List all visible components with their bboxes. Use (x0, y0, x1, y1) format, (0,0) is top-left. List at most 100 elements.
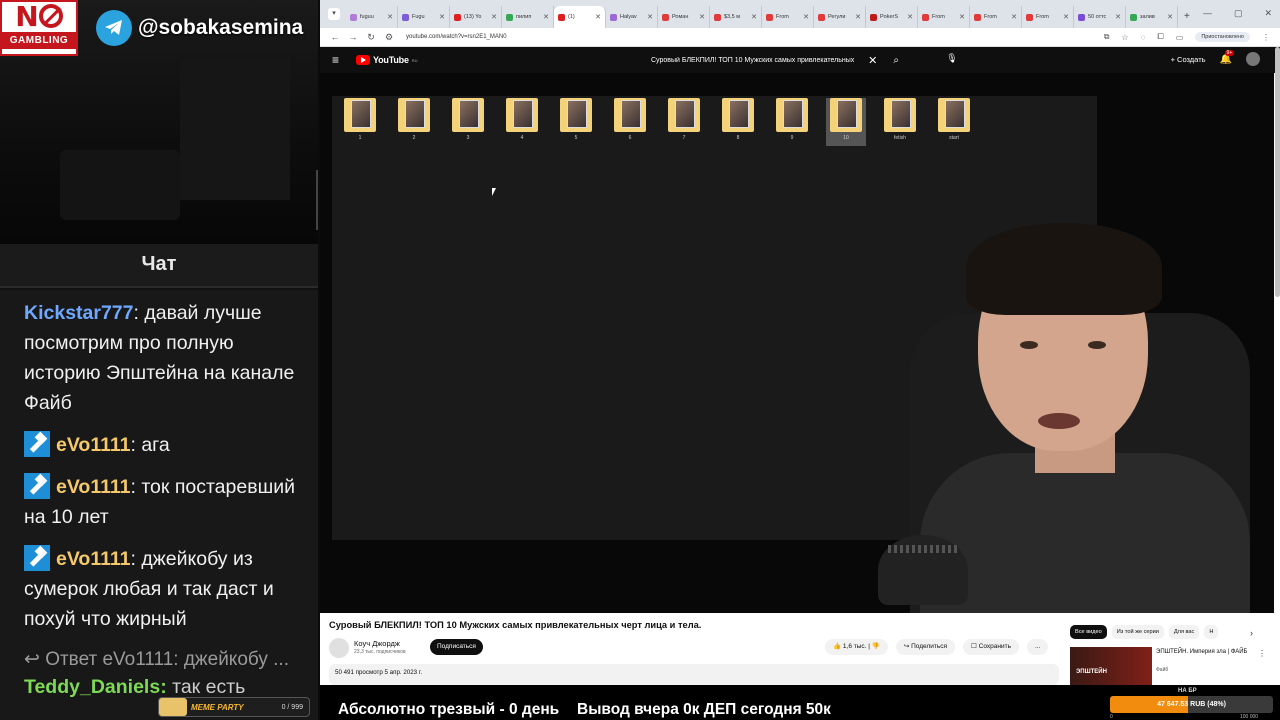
filter-chip[interactable]: Все видео (1070, 625, 1107, 639)
browser-tab[interactable]: From ✕ (1022, 6, 1074, 28)
browser-tab[interactable]: 50 оттс ✕ (1074, 6, 1126, 28)
browser-tab[interactable]: залив ✕ (1126, 6, 1178, 28)
search-icon[interactable]: ⌕ (893, 55, 899, 66)
tab-close-icon[interactable]: ✕ (1063, 13, 1069, 21)
browser-tab[interactable]: (13) Yo ✕ (450, 6, 502, 28)
browser-tab[interactable]: From ✕ (918, 6, 970, 28)
save-button[interactable]: ☐ Сохранить (963, 639, 1019, 655)
desktop-folder[interactable]: 7 (664, 98, 704, 144)
tab-close-icon[interactable]: ✕ (647, 13, 653, 21)
back-button[interactable]: ← (326, 32, 344, 42)
folder-preview-image (945, 100, 965, 128)
recommended-menu-icon[interactable]: ⋮ (1258, 649, 1266, 658)
tab-close-icon[interactable]: ✕ (491, 13, 497, 21)
channel-avatar[interactable] (329, 638, 349, 658)
subscribe-button[interactable]: Подписаться (430, 639, 483, 655)
video-description[interactable]: 50 491 просмотр 5 апр. 2023 г. (329, 664, 1059, 685)
thumb-down-icon[interactable]: 👎 (872, 643, 880, 650)
microphone (878, 535, 968, 605)
filter-chip[interactable]: Для вас (1168, 625, 1200, 639)
youtube-play-icon (356, 55, 370, 65)
desktop-folder[interactable]: fetish (880, 98, 920, 144)
desktop-folder[interactable]: 1 (340, 98, 380, 144)
profile-paused-button[interactable]: Приостановлено (1195, 32, 1250, 42)
browser-tab[interactable]: Fugu ✕ (398, 6, 450, 28)
browser-tab[interactable]: пилип ✕ (502, 6, 554, 28)
recommended-video[interactable]: ЭПШТЕЙН ЭПШТЕЙН. Империя зла | ФАЙБ Файб… (1070, 647, 1280, 685)
youtube-search-bar[interactable]: Суровый БЛЕКПИЛ! ТОП 10 Мужских самых пр… (645, 50, 905, 70)
tab-close-icon[interactable]: ✕ (1011, 13, 1017, 21)
tab-search-button[interactable]: ▾ (328, 8, 340, 20)
more-actions-button[interactable]: ... (1026, 639, 1049, 655)
tab-close-icon[interactable]: ✕ (855, 13, 861, 21)
channel-name[interactable]: Коуч Джордж (354, 639, 400, 648)
browser-tab[interactable]: (1) ✕ (554, 6, 606, 28)
tab-close-icon[interactable]: ✕ (803, 13, 809, 21)
browser-tab[interactable]: $3,5 м ✕ (710, 6, 762, 28)
create-button[interactable]: + Создать (1171, 55, 1206, 64)
share-button[interactable]: ↪ Поделиться (895, 639, 956, 655)
reload-button[interactable]: ↻ (362, 32, 380, 43)
notifications-bell-icon[interactable]: 🔔 9+ (1220, 49, 1235, 65)
tab-close-icon[interactable]: ✕ (1115, 13, 1121, 21)
search-input[interactable]: Суровый БЛЕКПИЛ! ТОП 10 Мужских самых пр… (651, 57, 864, 64)
browser-tab[interactable]: From ✕ (970, 6, 1022, 28)
browser-tab[interactable]: fuguu ✕ (346, 6, 398, 28)
new-tab-button[interactable]: + (1184, 11, 1190, 22)
folder-name: 5 (574, 135, 578, 141)
desktop-folder[interactable]: 9 (772, 98, 812, 144)
video-player[interactable]: 1 2 3 4 5 6 7 8 9 10 fetish start (320, 73, 1274, 613)
tab-close-icon[interactable]: ✕ (543, 13, 549, 21)
tab-favicon-icon (818, 13, 825, 21)
extension-icon[interactable]: ◌ (1141, 33, 1146, 42)
browser-tab[interactable]: Halyav ✕ (606, 6, 658, 28)
close-window-button[interactable]: ✕ (1264, 8, 1272, 19)
cast-icon[interactable]: ⧉ (1104, 32, 1110, 42)
folder-icon (884, 98, 916, 132)
desktop-folder[interactable]: 6 (610, 98, 650, 144)
browser-menu-icon[interactable]: ⋮ (1262, 33, 1270, 42)
url-field[interactable]: youtube.com/watch?v=rsn2E1_MAN0 (406, 34, 507, 40)
tab-close-icon[interactable]: ✕ (595, 13, 601, 21)
browser-tab[interactable]: From ✕ (762, 6, 814, 28)
minimize-button[interactable]: — (1203, 8, 1212, 19)
recommended-thumbnail[interactable]: ЭПШТЕЙН (1070, 647, 1152, 685)
tab-close-icon[interactable]: ✕ (439, 13, 445, 21)
browser-tab[interactable]: Регули ✕ (814, 6, 866, 28)
desktop-folder[interactable]: start (934, 98, 974, 144)
filter-chip[interactable]: Н (1204, 625, 1219, 639)
chips-next-icon[interactable]: › (1250, 628, 1253, 638)
youtube-logo[interactable]: YouTube RU (356, 55, 418, 65)
desktop-folder[interactable]: 10 (826, 98, 866, 146)
tab-close-icon[interactable]: ✕ (1167, 13, 1173, 21)
microphone-icon[interactable]: 🎙 (945, 53, 959, 67)
puzzle-icon[interactable]: ⧠ (1157, 32, 1163, 42)
user-avatar[interactable] (1246, 52, 1260, 66)
tab-close-icon[interactable]: ✕ (907, 13, 913, 21)
filter-chip[interactable]: Из той же серии (1111, 625, 1164, 639)
bookmark-star-icon[interactable]: ☆ (1121, 33, 1128, 42)
hamburger-menu-icon[interactable]: ≡ (332, 53, 352, 67)
desktop-folder[interactable]: 5 (556, 98, 596, 144)
page-scrollbar[interactable] (1275, 47, 1280, 297)
tab-close-icon[interactable]: ✕ (751, 13, 757, 21)
desktop-folder[interactable]: 8 (718, 98, 758, 144)
clear-search-icon[interactable]: ✕ (868, 54, 877, 67)
desktop-folder[interactable]: 4 (502, 98, 542, 144)
desktop-folder[interactable]: 3 (448, 98, 488, 144)
site-info-icon[interactable]: ⚙ (380, 32, 398, 43)
tab-close-icon[interactable]: ✕ (387, 13, 393, 21)
sidebar-icon[interactable]: ▭ (1176, 33, 1184, 42)
recommended-title[interactable]: ЭПШТЕЙН. Империя зла | ФАЙБ (1156, 648, 1254, 656)
desktop-folder[interactable]: 2 (394, 98, 434, 144)
maximize-button[interactable]: ▢ (1234, 8, 1243, 19)
chat-header: Чат (0, 244, 318, 288)
folder-icon (722, 98, 754, 132)
browser-tab[interactable]: Роман ✕ (658, 6, 710, 28)
browser-tab[interactable]: PokerS ✕ (866, 6, 918, 28)
like-button[interactable]: 👍 1,6 тыс. | 👎 (825, 639, 888, 655)
tab-strip: ▾ fuguu ✕ Fugu ✕ (13) Yo ✕ пилип ✕ (1) ✕ Halyav ✕ Ро… (320, 0, 1280, 28)
tab-close-icon[interactable]: ✕ (959, 13, 965, 21)
forward-button[interactable]: → (344, 32, 362, 42)
tab-close-icon[interactable]: ✕ (699, 13, 705, 21)
